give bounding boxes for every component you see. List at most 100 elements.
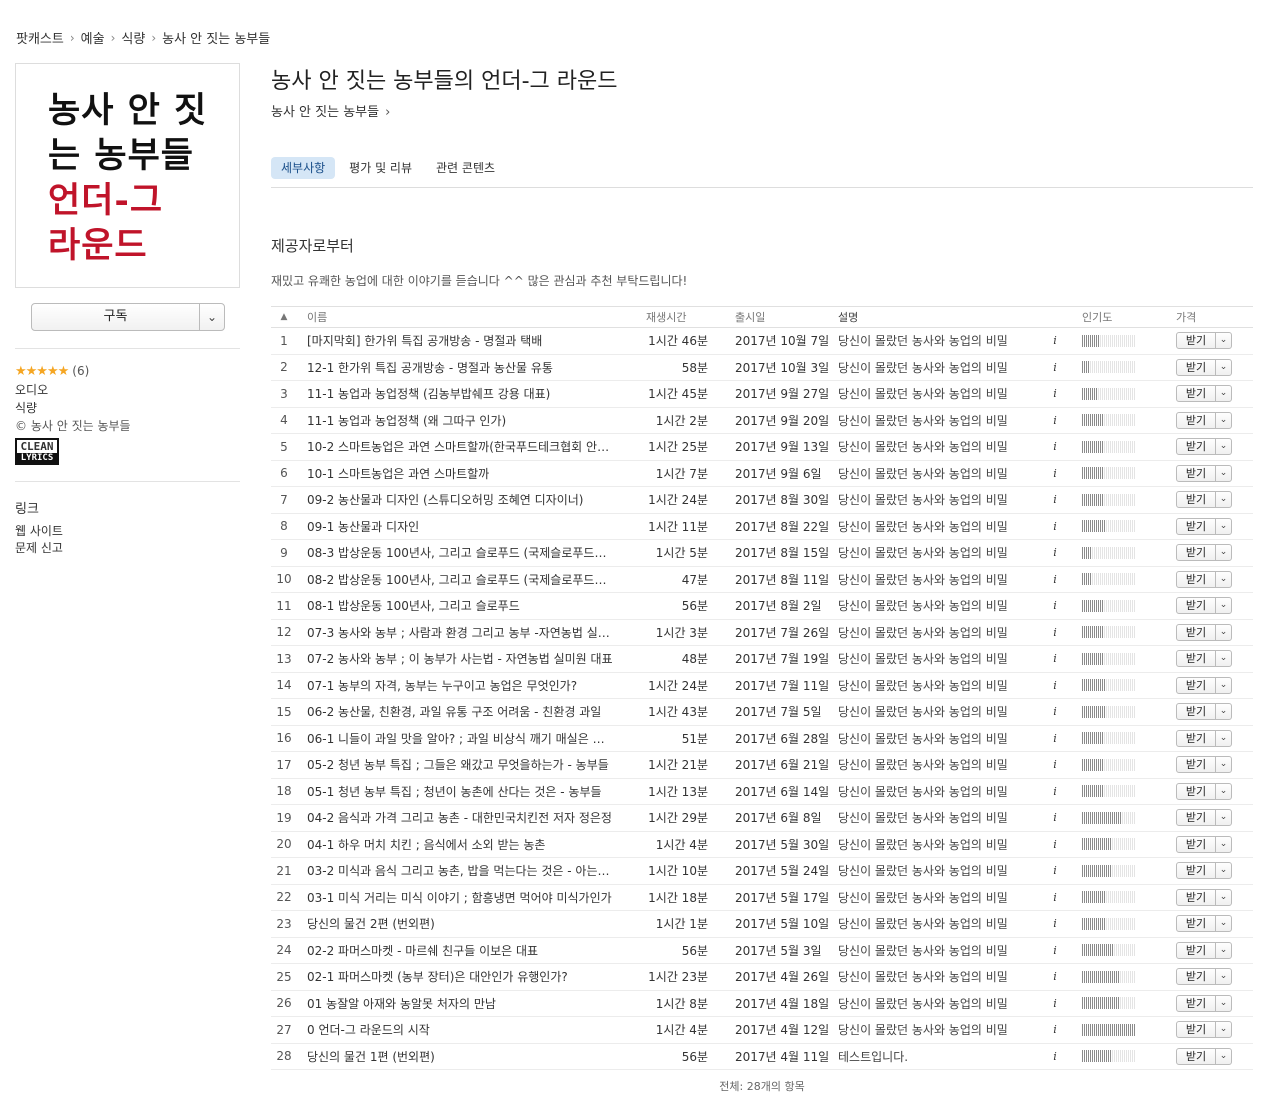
table-row[interactable]: 7 09-2 농산물과 디자인 (스튜디오허밍 조혜연 디자이너) 1시간 24분 2… (271, 487, 1253, 514)
info-icon[interactable]: i (1030, 493, 1080, 506)
get-button-label[interactable]: 받기 (1177, 492, 1215, 507)
table-row[interactable]: 18 05-1 청년 농부 특집 ; 청년이 농촌에 산다는 것은 - 농부들 1시… (271, 779, 1253, 805)
episode-title[interactable]: [마지막회] 한가위 특집 공개방송 - 명절과 택배 (297, 332, 613, 349)
info-icon[interactable]: i (1030, 1050, 1080, 1063)
get-button[interactable]: 받기 ⌄ (1176, 650, 1232, 668)
table-row[interactable]: 25 02-1 파머스마켓 (농부 장터)은 대안인가 유행인가? 1시간 23분 2… (271, 964, 1253, 991)
get-button[interactable]: 받기 ⌄ (1176, 438, 1232, 456)
podcast-category[interactable]: 식량 (15, 399, 240, 417)
episode-title[interactable]: 03-1 미식 거리는 미식 이야기 ; 함흥냉면 먹어야 미식가인가 (297, 889, 613, 906)
chevron-down-icon[interactable]: ⌄ (1215, 757, 1231, 773)
get-button[interactable]: 받기 ⌄ (1176, 676, 1232, 694)
episode-title[interactable]: 당신의 물건 2편 (번외편) (297, 915, 613, 932)
chevron-down-icon[interactable]: ⌄ (1215, 916, 1231, 932)
table-row[interactable]: 8 09-1 농산물과 디자인 1시간 11분 2017년 8월 22일 당신이 몰랐던… (271, 514, 1253, 540)
get-button[interactable]: 받기 ⌄ (1176, 835, 1232, 853)
get-button-label[interactable]: 받기 (1177, 996, 1215, 1011)
episode-title[interactable]: 당신의 물건 1편 (번외편) (297, 1048, 613, 1065)
table-row[interactable]: 24 02-2 파머스마켓 - 마르쉐 친구들 이보은 대표 56분 2017년 5월… (271, 938, 1253, 964)
info-icon[interactable]: i (1030, 758, 1080, 771)
table-row[interactable]: 17 05-2 청년 농부 특집 ; 그들은 왜갔고 무엇을하는가 - 농부들 1시… (271, 752, 1253, 779)
chevron-down-icon[interactable]: ⌄ (1215, 624, 1231, 640)
chevron-down-icon[interactable]: ⌄ (1215, 1022, 1231, 1038)
episode-title[interactable]: 0 언더-그 라운드의 시작 (297, 1021, 613, 1038)
chevron-down-icon[interactable]: ⌄ (1215, 439, 1231, 455)
table-row[interactable]: 10 08-2 밥상운동 100년사, 그리고 슬로푸드 (국제슬로푸드한국협회)… (271, 567, 1253, 593)
chevron-down-icon[interactable]: ⌄ (1215, 412, 1231, 428)
episode-title[interactable]: 12-1 한가위 특집 공개방송 - 명절과 농산물 유통 (297, 359, 613, 376)
get-button-label[interactable]: 받기 (1177, 439, 1215, 454)
subscribe-label[interactable]: 구독 (32, 304, 199, 330)
tab-details[interactable]: 세부사항 (271, 157, 336, 179)
get-button-label[interactable]: 받기 (1177, 360, 1215, 375)
table-row[interactable]: 13 07-2 농사와 농부 ; 이 농부가 사는법 - 자연농법 실미원 대표 4… (271, 646, 1253, 673)
info-icon[interactable]: i (1030, 520, 1080, 533)
episode-title[interactable]: 05-1 청년 농부 특집 ; 청년이 농촌에 산다는 것은 - 농부들 (297, 783, 613, 800)
get-button[interactable]: 받기 ⌄ (1176, 941, 1232, 959)
info-icon[interactable]: i (1030, 573, 1080, 586)
info-icon[interactable]: i (1030, 467, 1080, 480)
get-button[interactable]: 받기 ⌄ (1176, 809, 1232, 827)
episode-title[interactable]: 04-2 음식과 가격 그리고 농촌 - 대한민국치킨전 저자 정은정 (297, 809, 613, 826)
table-row[interactable]: 6 10-1 스마트농업은 과연 스마트할까 1시간 7분 2017년 9월 6일 당신… (271, 461, 1253, 487)
table-row[interactable]: 28 당신의 물건 1편 (번외편) 56분 2017년 4월 11일 테스트입니다. i… (271, 1044, 1253, 1070)
get-button-label[interactable]: 받기 (1177, 545, 1215, 560)
chevron-down-icon[interactable]: ⌄ (1215, 333, 1231, 349)
info-icon[interactable]: i (1030, 652, 1080, 665)
header-name[interactable]: 이름 (297, 309, 613, 325)
info-icon[interactable]: i (1030, 732, 1080, 745)
get-button-label[interactable]: 받기 (1177, 572, 1215, 587)
subscribe-button[interactable]: 구독 ⌄ (31, 303, 225, 331)
get-button[interactable]: 받기 ⌄ (1176, 517, 1232, 535)
get-button[interactable]: 받기 ⌄ (1176, 597, 1232, 615)
info-icon[interactable]: i (1030, 891, 1080, 904)
episode-title[interactable]: 02-2 파머스마켓 - 마르쉐 친구들 이보은 대표 (297, 942, 613, 959)
info-icon[interactable]: i (1030, 785, 1080, 798)
get-button-label[interactable]: 받기 (1177, 1022, 1215, 1037)
episode-title[interactable]: 09-1 농산물과 디자인 (297, 518, 613, 535)
info-icon[interactable]: i (1030, 705, 1080, 718)
report-problem-link[interactable]: 문제 신고 (15, 540, 63, 557)
chevron-down-icon[interactable]: ⌄ (1215, 704, 1231, 720)
get-button[interactable]: 받기 ⌄ (1176, 491, 1232, 509)
get-button[interactable]: 받기 ⌄ (1176, 994, 1232, 1012)
artist-link[interactable]: 농사 안 짓는 농부들 › (271, 101, 390, 120)
chevron-down-icon[interactable]: ⌄ (1215, 863, 1231, 879)
table-row[interactable]: 21 03-2 미식과 음식 그리고 농촌, 밥을 먹는다는 것은 - 아는형님 1… (271, 858, 1253, 885)
get-button-label[interactable]: 받기 (1177, 810, 1215, 825)
chevron-down-icon[interactable]: ⌄ (1215, 598, 1231, 614)
get-button[interactable]: 받기 ⌄ (1176, 968, 1232, 986)
get-button-label[interactable]: 받기 (1177, 625, 1215, 640)
get-button-label[interactable]: 받기 (1177, 731, 1215, 746)
table-row[interactable]: 22 03-1 미식 거리는 미식 이야기 ; 함흥냉면 먹어야 미식가인가 1시간… (271, 885, 1253, 911)
get-button-label[interactable]: 받기 (1177, 704, 1215, 719)
table-row[interactable]: 19 04-2 음식과 가격 그리고 농촌 - 대한민국치킨전 저자 정은정 1시간… (271, 805, 1253, 832)
get-button-label[interactable]: 받기 (1177, 943, 1215, 958)
chevron-down-icon[interactable]: ⌄ (1215, 386, 1231, 402)
get-button[interactable]: 받기 ⌄ (1176, 729, 1232, 747)
tab-ratings-reviews[interactable]: 평가 및 리뷰 (339, 157, 422, 179)
get-button[interactable]: 받기 ⌄ (1176, 544, 1232, 562)
chevron-down-icon[interactable]: ⌄ (1215, 359, 1231, 375)
get-button[interactable]: 받기 ⌄ (1176, 411, 1232, 429)
info-icon[interactable]: i (1030, 414, 1080, 427)
chevron-down-icon[interactable]: ⌄ (1215, 810, 1231, 826)
get-button-label[interactable]: 받기 (1177, 757, 1215, 772)
get-button-label[interactable]: 받기 (1177, 466, 1215, 481)
table-row[interactable]: 1 [마지막회] 한가위 특집 공개방송 - 명절과 택배 1시간 46분 2017년… (271, 328, 1253, 355)
get-button-label[interactable]: 받기 (1177, 784, 1215, 799)
episode-title[interactable]: 04-1 하우 머치 치킨 ; 음식에서 소외 받는 농촌 (297, 836, 613, 853)
get-button[interactable]: 받기 ⌄ (1176, 358, 1232, 376)
get-button[interactable]: 받기 ⌄ (1176, 1021, 1232, 1039)
info-icon[interactable]: i (1030, 334, 1080, 347)
breadcrumb-item[interactable]: 농사 안 짓는 농부들 (162, 28, 270, 47)
table-row[interactable]: 14 07-1 농부의 자격, 농부는 누구이고 농업은 무엇인가? 1시간 24분… (271, 673, 1253, 699)
get-button[interactable]: 받기 ⌄ (1176, 915, 1232, 933)
get-button-label[interactable]: 받기 (1177, 598, 1215, 613)
episode-title[interactable]: 07-2 농사와 농부 ; 이 농부가 사는법 - 자연농법 실미원 대표 (297, 650, 613, 667)
chevron-down-icon[interactable]: ⌄ (1215, 730, 1231, 746)
header-description[interactable]: 설명 (838, 309, 1030, 325)
episode-title[interactable]: 10-2 스마트농업은 과연 스마트할까(한국푸드테크협회 안병익 회장) (297, 438, 613, 455)
get-button-label[interactable]: 받기 (1177, 1049, 1215, 1064)
info-icon[interactable]: i (1030, 387, 1080, 400)
